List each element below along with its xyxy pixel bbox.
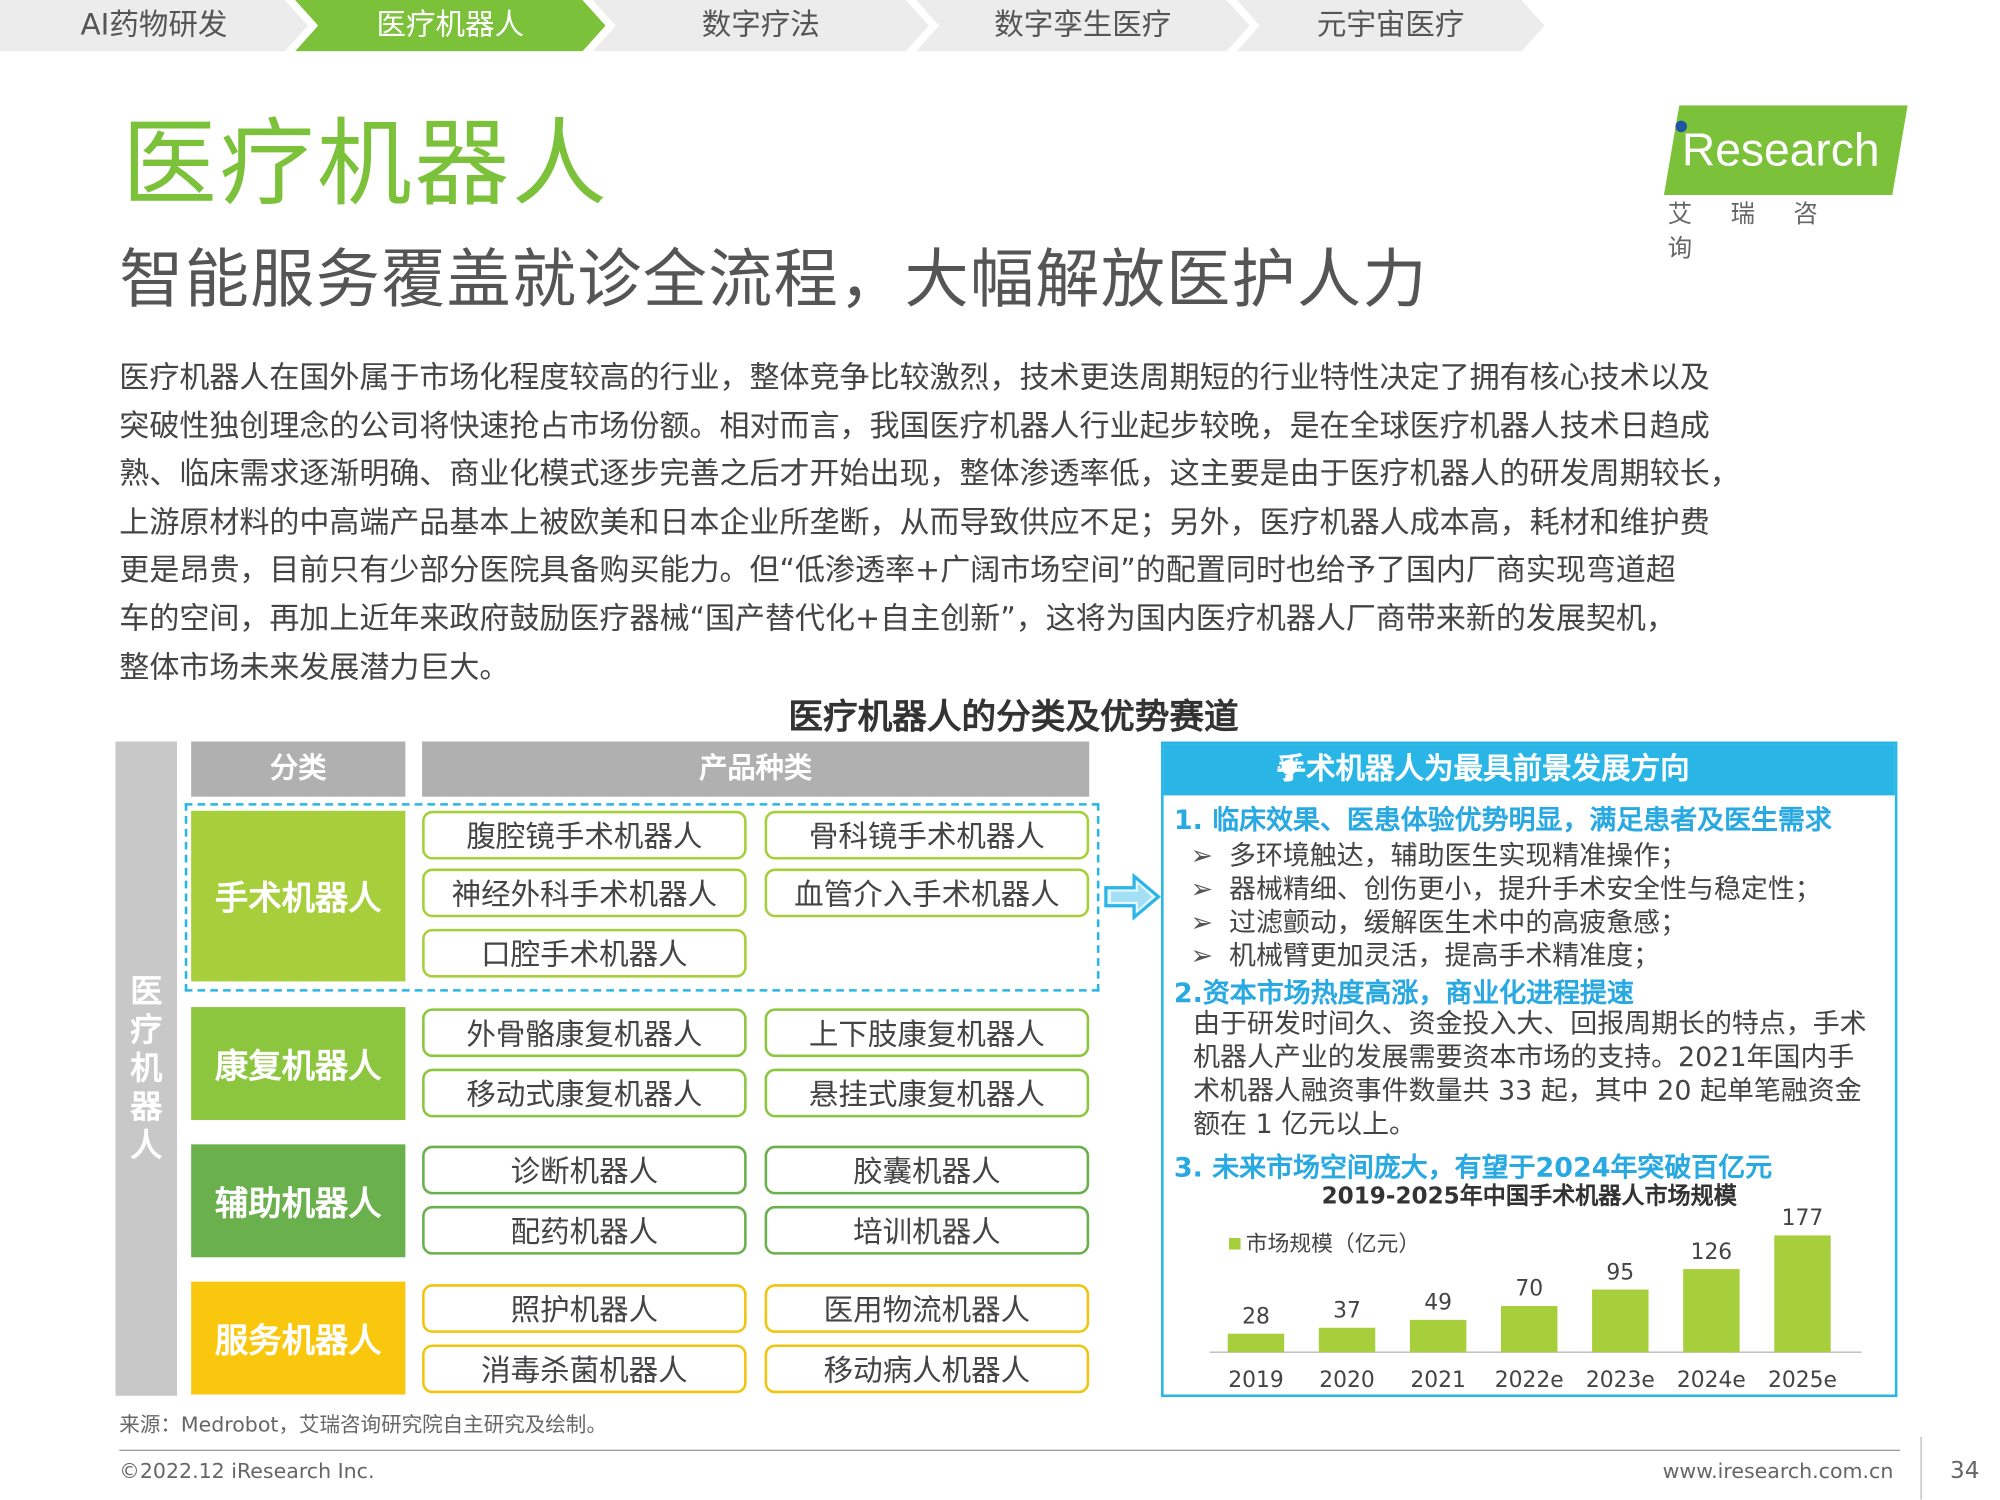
product-cell: 医用物流机器人 xyxy=(764,1284,1090,1333)
product-cell: 胶囊机器人 xyxy=(764,1145,1090,1195)
product-cell: 诊断机器人 xyxy=(422,1145,747,1195)
product-cell: 悬挂式康复机器人 xyxy=(764,1068,1090,1118)
x-tick-label: 2024e xyxy=(1677,1368,1746,1393)
tab-medical-robot[interactable]: 医疗机器人 xyxy=(295,0,605,51)
category-rehab: 康复机器人 xyxy=(191,1007,406,1120)
side-label: 医疗机器人 xyxy=(130,972,163,1164)
tab-digital-therapy[interactable]: 数字疗法 xyxy=(593,0,929,51)
page-subtitle: 智能服务覆盖就诊全流程，大幅解放医护人力 xyxy=(119,242,1428,317)
panel-header: 手术机器人为最具前景发展方向 xyxy=(1163,744,1895,796)
bullet-arrow-icon: ➢ xyxy=(1190,873,1214,905)
tab-label: 数字孪生医疗 xyxy=(994,8,1172,43)
tab-digital-twin[interactable]: 数字孪生医疗 xyxy=(916,0,1250,51)
bar-value-label: 95 xyxy=(1606,1260,1634,1285)
page-number-divider xyxy=(1920,1436,1922,1500)
bar-2022e xyxy=(1500,1306,1558,1353)
bar-value-label: 37 xyxy=(1333,1299,1361,1324)
bullet-arrow-icon: ➢ xyxy=(1190,940,1214,972)
category-service: 服务机器人 xyxy=(191,1281,406,1395)
iresearch-logo: Research xyxy=(1664,105,1908,195)
x-tick-label: 2025e xyxy=(1768,1368,1837,1393)
x-tick-label: 2021 xyxy=(1410,1368,1465,1393)
tab-label: AI药物研发 xyxy=(80,8,228,43)
page-number: 34 xyxy=(1950,1457,1980,1485)
logo-cn-text: 艾瑞咨询 xyxy=(1667,200,1857,263)
tab-metaverse[interactable]: 元宇宙医疗 xyxy=(1237,0,1545,51)
bullet-arrow-icon: ➢ xyxy=(1190,840,1214,872)
bar-2024e xyxy=(1683,1269,1740,1353)
tab-label: 元宇宙医疗 xyxy=(1316,8,1465,43)
bar-2023e xyxy=(1592,1289,1649,1353)
product-cell: 照护机器人 xyxy=(422,1284,747,1333)
arrow-right-icon xyxy=(1104,872,1161,921)
bar-2021 xyxy=(1409,1319,1467,1353)
tab-label: 医疗机器人 xyxy=(376,8,525,43)
tab-ai-drug[interactable]: AI药物研发 xyxy=(0,0,308,51)
page: { "tabs": [ {"label": "AI药物研发", "active"… xyxy=(0,0,2000,1500)
product-cell: 移动式康复机器人 xyxy=(422,1068,747,1118)
logo-text: Research xyxy=(1681,123,1880,176)
figure-title: 医疗机器人的分类及优势赛道 xyxy=(788,697,1239,738)
section-2-text: 由于研发时间久、资金投入大、回报周期长的特点，手术机器人产业的发展需要资本市场的… xyxy=(1193,1008,1867,1140)
lightbulb-icon xyxy=(1277,755,1301,781)
bar-2025e xyxy=(1774,1235,1831,1353)
x-tick-label: 2019 xyxy=(1228,1368,1283,1393)
header-category: 分类 xyxy=(191,741,406,797)
bullet-item: ➢ 机械臂更加灵活，提高手术精准度； xyxy=(1190,940,1661,972)
section-1-title: 1. 临床效果、医患体验优势明显，满足患者及医生需求 xyxy=(1173,804,1832,836)
bar-value-label: 177 xyxy=(1782,1206,1824,1231)
product-cell: 配药机器人 xyxy=(422,1205,747,1255)
copyright: ©2022.12 iResearch Inc. xyxy=(119,1458,375,1484)
header-products: 产品种类 xyxy=(422,741,1090,797)
side-label-bar: 医疗机器人 xyxy=(115,741,178,1396)
surgical-highlight-box xyxy=(184,803,1100,992)
bar-2020 xyxy=(1318,1327,1376,1353)
x-tick-label: 2023e xyxy=(1586,1368,1655,1393)
x-tick-label: 2022e xyxy=(1495,1368,1564,1393)
tab-label: 数字疗法 xyxy=(701,8,820,43)
bar-value-label: 70 xyxy=(1515,1277,1543,1302)
category-assist: 辅助机器人 xyxy=(191,1144,406,1258)
bar-value-label: 28 xyxy=(1242,1304,1270,1329)
body-paragraph: 医疗机器人在国外属于市场化程度较高的行业，整体竞争比较激烈，技术更迭周期短的行业… xyxy=(119,359,1740,685)
footer-divider xyxy=(119,1449,1900,1451)
product-cell: 消毒杀菌机器人 xyxy=(422,1344,747,1394)
bar-value-label: 126 xyxy=(1691,1240,1733,1265)
market-size-chart: 28 2019 37 2020 49 2021 70 2022e 95 2023e 126 2024e… xyxy=(1209,1206,1862,1393)
product-cell: 培训机器人 xyxy=(764,1205,1090,1255)
site-url[interactable]: www.iresearch.com.cn xyxy=(1663,1459,1894,1483)
bar-value-label: 49 xyxy=(1424,1291,1452,1316)
section-2-title: 2.资本市场热度高涨，商业化进程提速 xyxy=(1173,977,1634,1009)
page-title: 医疗机器人 xyxy=(121,109,610,220)
bullet-arrow-icon: ➢ xyxy=(1190,907,1214,938)
bar-2019 xyxy=(1227,1333,1285,1353)
product-cell: 外骨骼康复机器人 xyxy=(422,1008,747,1058)
product-cell: 上下肢康复机器人 xyxy=(764,1008,1090,1058)
x-tick-label: 2020 xyxy=(1319,1368,1374,1393)
source-note: 来源：Medrobot，艾瑞咨询研究院自主研究及绘制。 xyxy=(119,1412,607,1437)
product-cell: 移动病人机器人 xyxy=(764,1344,1090,1394)
